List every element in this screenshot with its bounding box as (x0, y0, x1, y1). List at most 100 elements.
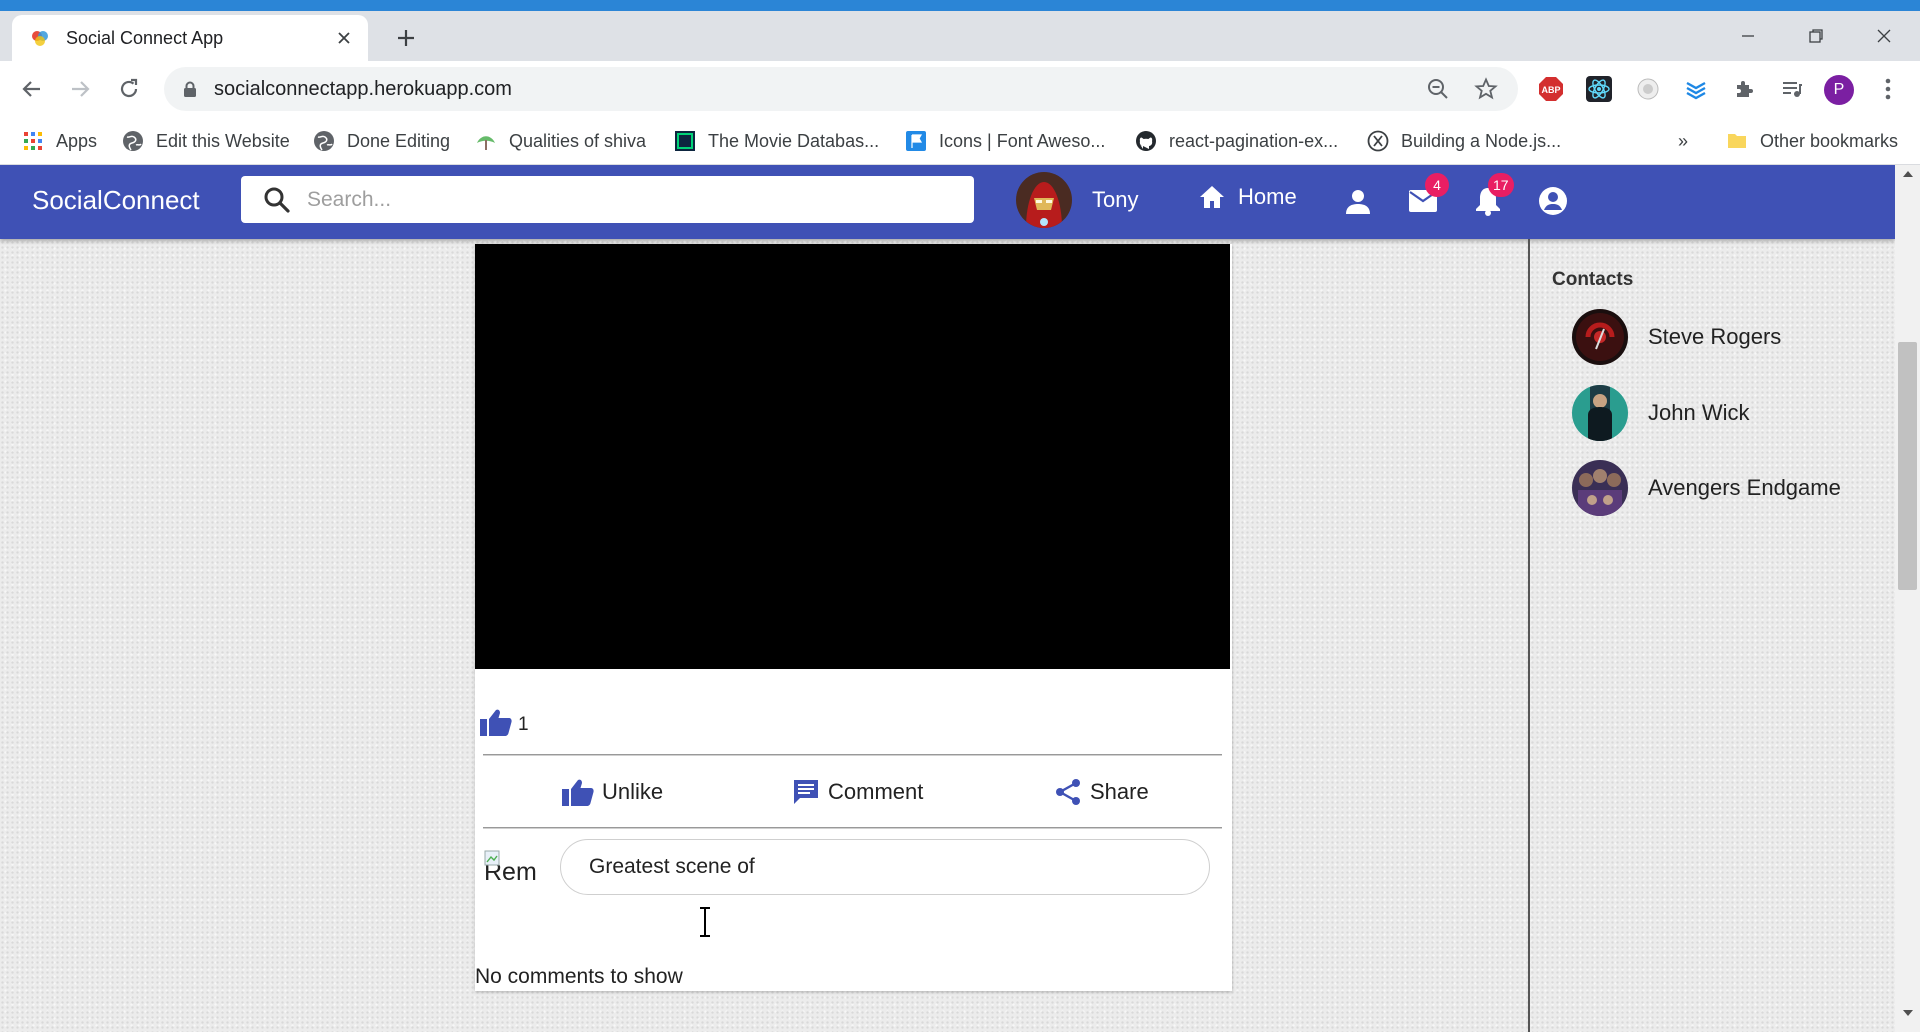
messages-badge: 4 (1425, 173, 1449, 197)
likes-count: 1 (518, 714, 529, 735)
other-bookmarks[interactable]: Other bookmarks (1726, 127, 1898, 155)
comment-field[interactable] (560, 839, 1210, 895)
commenter-avatar: Rem (484, 850, 537, 887)
scroll-up-icon[interactable] (1895, 169, 1920, 189)
close-window-icon[interactable] (1866, 21, 1902, 51)
contact-avatar (1572, 460, 1628, 516)
messages-button[interactable]: 4 (1407, 173, 1449, 217)
divider-bottom (483, 827, 1222, 829)
comment-label: Comment (828, 779, 924, 804)
flag-icon (905, 130, 927, 152)
github-icon (1135, 130, 1157, 152)
home-button[interactable]: Home (1198, 183, 1297, 211)
zoom-out-icon[interactable] (1424, 75, 1452, 103)
share-button[interactable]: Share (1054, 778, 1149, 806)
user-avatar[interactable] (1016, 172, 1072, 228)
browser-toolbar: socialconnectapp.herokuapp.com ABP P (0, 61, 1920, 117)
puzzle-icon[interactable] (1730, 75, 1758, 103)
contact-item[interactable]: John Wick (1572, 385, 1749, 441)
contacts-sidebar: Contacts Steve Rogers John Wick Avengers… (1528, 239, 1895, 1032)
bookmark-label: Apps (56, 130, 98, 151)
movie-db-icon (674, 130, 696, 152)
new-tab-icon[interactable] (392, 24, 420, 52)
search-input[interactable] (307, 187, 947, 212)
bookmark-edit-website[interactable]: Edit this Website (122, 127, 290, 155)
post-video[interactable] (475, 244, 1230, 669)
unlike-label: Unlike (602, 779, 664, 804)
forward-icon[interactable] (66, 75, 94, 103)
contact-name: John Wick (1648, 400, 1750, 425)
search-icon (263, 186, 291, 214)
page-scrollbar[interactable] (1895, 165, 1920, 1032)
contact-avatar (1572, 385, 1628, 441)
bookmark-label: Icons | Font Aweso... (939, 130, 1106, 151)
comment-input[interactable] (589, 855, 1179, 879)
bookmark-label: Edit this Website (156, 130, 290, 151)
app-bar: SocialConnect Tony Home 4 17 (0, 165, 1895, 239)
scroll-down-icon[interactable] (1895, 1008, 1920, 1028)
no-comments-text: No comments to show (475, 965, 683, 988)
folder-icon (1726, 130, 1748, 152)
share-icon (1056, 779, 1080, 805)
person-icon[interactable] (1342, 185, 1374, 217)
tab-close-icon[interactable] (332, 26, 356, 50)
bookmark-font-awesome[interactable]: Icons | Font Aweso... (905, 127, 1105, 155)
bookmark-apps[interactable]: Apps (22, 127, 97, 155)
broken-image-icon (484, 850, 500, 866)
lock-icon (182, 81, 198, 97)
bookmark-qualities-of-shiva[interactable]: Qualities of shiva (475, 127, 646, 155)
globe-icon (313, 130, 335, 152)
minimize-icon[interactable] (1730, 21, 1766, 51)
bookmark-label: react-pagination-ex... (1169, 130, 1339, 151)
chrome-menu-icon[interactable] (1874, 75, 1902, 103)
bookmark-react-pagination[interactable]: react-pagination-ex... (1135, 127, 1338, 155)
back-icon[interactable] (18, 75, 46, 103)
extension-circle-icon[interactable] (1634, 75, 1662, 103)
bookmarks-bar: Apps Edit this Website Done Editing Qual… (0, 117, 1920, 165)
more-bookmarks-button[interactable]: » (1678, 127, 1688, 155)
bookmark-label: Other bookmarks (1760, 130, 1899, 151)
notifications-button[interactable]: 17 (1472, 173, 1514, 217)
svg-text:ABP: ABP (1541, 85, 1560, 95)
text-cursor-icon (700, 907, 710, 937)
url-text: socialconnectapp.herokuapp.com (214, 77, 512, 100)
media-queue-icon[interactable] (1778, 75, 1806, 103)
account-circle-icon[interactable] (1537, 185, 1569, 217)
home-icon (1200, 186, 1224, 208)
bookmark-building-nodejs[interactable]: Building a Node.js... (1367, 127, 1561, 155)
brand-logo[interactable]: SocialConnect (32, 185, 200, 216)
post-card: 1 Unlike Comment Share Rem No comments t… (475, 244, 1232, 991)
home-label: Home (1238, 184, 1297, 209)
contact-name: Steve Rogers (1648, 324, 1782, 349)
tab-strip: Social Connect App (0, 11, 1920, 61)
bookmark-movie-database[interactable]: The Movie Databas... (674, 127, 879, 155)
share-label: Share (1090, 779, 1149, 804)
layers-icon[interactable] (1682, 75, 1710, 103)
scroll-thumb[interactable] (1898, 342, 1917, 590)
tab-title: Social Connect App (66, 27, 224, 48)
contact-item[interactable]: Avengers Endgame (1572, 460, 1841, 516)
browser-tab[interactable]: Social Connect App (12, 15, 368, 61)
contact-item[interactable]: Steve Rogers (1572, 309, 1781, 365)
contact-name: Avengers Endgame (1648, 475, 1841, 500)
abp-icon[interactable]: ABP (1537, 75, 1565, 103)
thumbs-up-icon (480, 709, 512, 736)
bookmark-label: Building a Node.js... (1401, 130, 1562, 151)
unlike-button[interactable]: Unlike (562, 778, 663, 806)
restore-icon[interactable] (1798, 21, 1834, 51)
bookmark-star-icon[interactable] (1472, 75, 1500, 103)
comment-icon (794, 780, 818, 804)
react-devtools-icon[interactable] (1585, 75, 1613, 103)
search-box[interactable] (241, 176, 974, 223)
bookmark-done-editing[interactable]: Done Editing (313, 127, 450, 155)
globe-icon (122, 130, 144, 152)
comment-button[interactable]: Comment (792, 778, 923, 806)
address-bar[interactable]: socialconnectapp.herokuapp.com (164, 67, 1518, 111)
profile-avatar[interactable]: P (1824, 75, 1854, 105)
apps-grid-icon (22, 130, 44, 152)
x-circle-icon (1367, 130, 1389, 152)
reload-icon[interactable] (115, 75, 143, 103)
window-top-stripe (0, 0, 1920, 11)
bookmark-label: Qualities of shiva (509, 130, 647, 151)
user-name[interactable]: Tony (1092, 187, 1138, 213)
